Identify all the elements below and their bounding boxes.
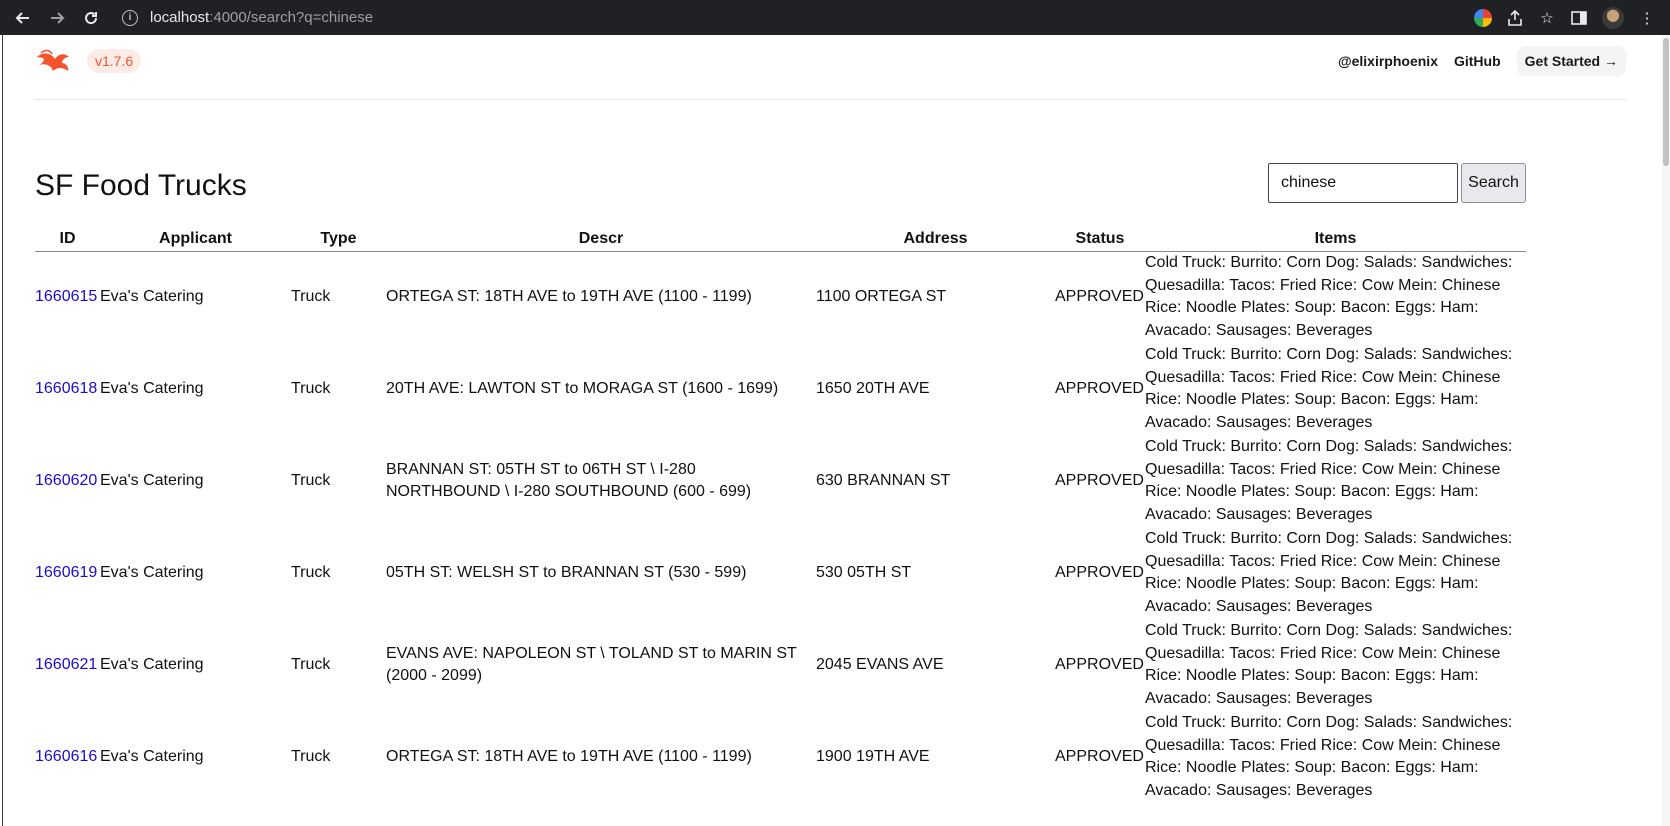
twitter-link[interactable]: @elixirphoenix — [1338, 53, 1438, 69]
applicant-cell: Eva's Catering — [100, 471, 204, 489]
items-cell: Cold Truck: Burrito: Corn Dog: Salads: S… — [1145, 530, 1513, 615]
table-header-row: ID Applicant Type Descr Address Status I… — [35, 229, 1526, 252]
descr-cell: 05TH ST: WELSH ST to BRANNAN ST (530 - 5… — [386, 563, 747, 581]
avatar[interactable] — [1602, 6, 1624, 29]
truck-id-link[interactable]: 1660618 — [35, 380, 97, 397]
col-header-status: Status — [1055, 229, 1145, 252]
share-icon[interactable] — [1506, 9, 1524, 27]
address-cell: 1650 20TH AVE — [816, 379, 930, 397]
table-row: 1660620 Eva's Catering Truck BRANNAN ST:… — [35, 435, 1526, 527]
col-header-id: ID — [35, 229, 100, 252]
food-trucks-table: ID Applicant Type Descr Address Status I… — [35, 229, 1526, 803]
google-icon[interactable] — [1474, 8, 1492, 27]
status-cell: APPROVED — [1055, 563, 1144, 581]
phoenix-logo-icon[interactable] — [35, 47, 71, 75]
col-header-items: Items — [1145, 229, 1526, 252]
site-header: v1.7.6 @elixirphoenix GitHub Get Started… — [35, 45, 1626, 100]
address-cell: 1900 19TH AVE — [816, 747, 930, 765]
applicant-cell: Eva's Catering — [100, 288, 204, 305]
browser-toolbar: i localhost:4000/search?q=chinese ☆ ⋮ — [0, 0, 1670, 35]
address-cell: 1100 ORTEGA ST — [816, 288, 947, 305]
col-header-type: Type — [291, 229, 386, 252]
table-row: 1660616 Eva's Catering Truck ORTEGA ST: … — [35, 711, 1526, 803]
col-header-descr: Descr — [386, 229, 816, 252]
status-cell: APPROVED — [1055, 471, 1144, 489]
type-cell: Truck — [291, 655, 331, 673]
star-icon[interactable]: ☆ — [1538, 9, 1556, 27]
top-nav: @elixirphoenix GitHub Get Started → — [1338, 45, 1626, 77]
type-cell: Truck — [291, 379, 331, 397]
applicant-cell: Eva's Catering — [100, 563, 204, 581]
applicant-cell: Eva's Catering — [100, 379, 204, 397]
items-cell: Cold Truck: Burrito: Corn Dog: Salads: S… — [1145, 346, 1513, 431]
url-path: :4000/search?q=chinese — [209, 9, 374, 26]
address-bar[interactable]: i localhost:4000/search?q=chinese — [112, 4, 1475, 31]
items-cell: Cold Truck: Burrito: Corn Dog: Salads: S… — [1145, 714, 1513, 799]
applicant-cell: Eva's Catering — [100, 747, 204, 765]
type-cell: Truck — [291, 288, 331, 305]
table-row: 1660618 Eva's Catering Truck 20TH AVE: L… — [35, 343, 1526, 435]
type-cell: Truck — [291, 747, 331, 765]
type-cell: Truck — [291, 563, 331, 581]
table-row: 1660621 Eva's Catering Truck EVANS AVE: … — [35, 619, 1526, 711]
descr-cell: EVANS AVE: NAPOLEON ST \ TOLAND ST to MA… — [386, 644, 797, 685]
type-cell: Truck — [291, 471, 331, 489]
truck-id-link[interactable]: 1660620 — [35, 472, 97, 489]
col-header-applicant: Applicant — [100, 229, 291, 252]
status-cell: APPROVED — [1055, 379, 1144, 397]
descr-cell: ORTEGA ST: 18TH AVE to 19TH AVE (1100 - … — [386, 288, 752, 305]
table-row: 1660615 Eva's Catering Truck ORTEGA ST: … — [35, 251, 1526, 343]
status-cell: APPROVED — [1055, 655, 1144, 673]
status-cell: APPROVED — [1055, 288, 1144, 305]
back-arrow-icon[interactable] — [12, 7, 34, 29]
side-panel-icon[interactable] — [1570, 9, 1588, 27]
url-host: localhost — [150, 9, 210, 26]
address-cell: 630 BRANNAN ST — [816, 471, 951, 489]
url-text[interactable]: localhost:4000/search?q=chinese — [150, 9, 373, 26]
scrollbar-thumb[interactable] — [1663, 38, 1669, 166]
forward-arrow-icon[interactable] — [46, 7, 68, 29]
info-icon[interactable]: i — [122, 9, 138, 26]
page-title: SF Food Trucks — [35, 169, 247, 202]
applicant-cell: Eva's Catering — [100, 655, 204, 673]
version-badge: v1.7.6 — [87, 49, 142, 73]
table-row: 1660619 Eva's Catering Truck 05TH ST: WE… — [35, 527, 1526, 619]
github-link[interactable]: GitHub — [1454, 53, 1501, 69]
get-started-button[interactable]: Get Started → — [1516, 46, 1626, 76]
descr-cell: 20TH AVE: LAWTON ST to MORAGA ST (1600 -… — [386, 379, 779, 397]
items-cell: Cold Truck: Burrito: Corn Dog: Salads: S… — [1145, 254, 1513, 339]
address-cell: 530 05TH ST — [816, 563, 912, 581]
address-cell: 2045 EVANS AVE — [816, 655, 944, 673]
descr-cell: BRANNAN ST: 05TH ST to 06TH ST \ I-280 N… — [386, 460, 752, 501]
search-button[interactable]: Search — [1461, 163, 1526, 203]
truck-id-link[interactable]: 1660615 — [35, 288, 97, 305]
kebab-menu-icon[interactable]: ⋮ — [1638, 9, 1656, 27]
col-header-address: Address — [816, 229, 1055, 252]
items-cell: Cold Truck: Burrito: Corn Dog: Salads: S… — [1145, 622, 1513, 707]
descr-cell: ORTEGA ST: 18TH AVE to 19TH AVE (1100 - … — [386, 747, 752, 765]
search-input[interactable] — [1268, 163, 1458, 203]
truck-id-link[interactable]: 1660621 — [35, 656, 97, 673]
reload-icon[interactable] — [80, 7, 102, 29]
truck-id-link[interactable]: 1660619 — [35, 564, 97, 581]
truck-id-link[interactable]: 1660616 — [35, 748, 97, 765]
page-content: v1.7.6 @elixirphoenix GitHub Get Started… — [2, 35, 1662, 826]
items-cell: Cold Truck: Burrito: Corn Dog: Salads: S… — [1145, 438, 1513, 523]
status-cell: APPROVED — [1055, 747, 1144, 765]
